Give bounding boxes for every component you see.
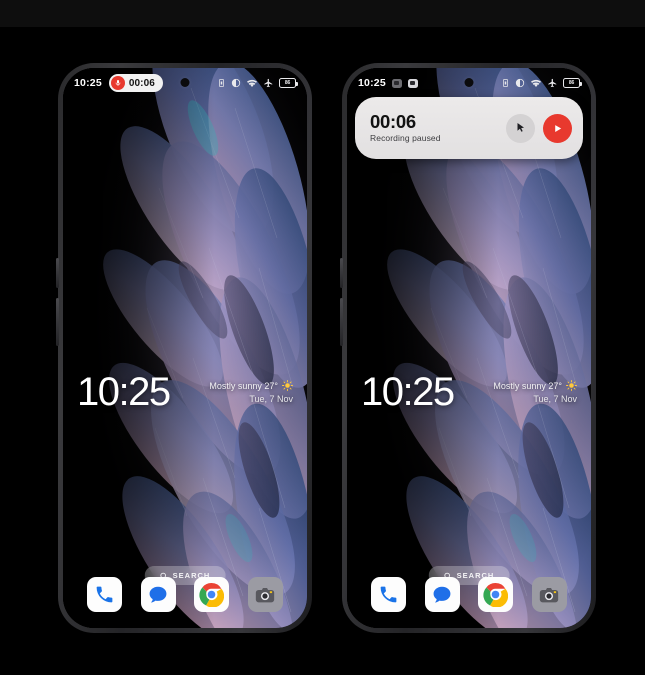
phone-app[interactable] [371,577,407,612]
airplane-mode-icon [548,78,557,88]
top-background-strip [0,0,645,27]
phone-device-right: 10:25 86 00:06 Recording paused 10:25 Mo… [340,63,596,633]
chrome-icon [199,583,225,607]
messages-app[interactable] [424,577,460,612]
camera-icon [255,587,275,602]
collapsed-chip-1[interactable] [391,78,402,88]
collapsed-chip-2[interactable] [407,78,418,88]
microphone-icon [110,76,125,90]
dock-right [347,577,591,612]
chrome-icon [483,583,509,607]
wifi-icon [247,79,257,87]
battery-level: 86 [568,80,575,86]
phone-app[interactable] [87,577,123,612]
weather-condition: Mostly sunny 27° [209,380,278,391]
sun-icon [566,380,577,391]
vibrate-icon [219,79,224,87]
recording-status-chip[interactable]: 00:06 [108,74,163,92]
volume-button[interactable] [340,258,343,288]
status-icons-left: 86 [217,78,298,88]
phone-handset-icon [381,586,397,603]
lockscreen-clock-row-right: 10:25 Mostly sunny 27° Tue, 7 Nov [347,372,591,412]
recording-notification-card[interactable]: 00:06 Recording paused [355,97,583,159]
sun-icon [282,380,293,391]
wallpaper-feathers [63,68,307,628]
cursor-arrow-icon [517,123,524,132]
lockscreen-clock-row-left: 10:25 Mostly sunny 27° Tue, 7 Nov [63,372,307,412]
chat-bubble-icon [149,586,167,603]
phone-screen-right[interactable]: 10:25 86 00:06 Recording paused 10:25 Mo… [347,68,591,628]
recording-card-texts: 00:06 Recording paused [370,110,441,144]
status-time: 10:25 [358,77,386,89]
weather-condition: Mostly sunny 27° [493,380,562,391]
weather-widget[interactable]: Mostly sunny 27° Tue, 7 Nov [493,380,577,404]
camera-app[interactable] [531,577,567,612]
phone-screen-left[interactable]: 10:25 00:06 86 10:25 Mostly sunny 27° Tu… [63,68,307,628]
status-time: 10:25 [74,77,102,89]
phone-device-left: 10:25 00:06 86 10:25 Mostly sunny 27° Tu… [56,63,312,633]
volume-button[interactable] [56,258,59,288]
weather-date: Tue, 7 Nov [533,394,577,404]
airplane-mode-icon [264,78,273,88]
lockscreen-clock: 10:25 [77,370,171,414]
chat-bubble-icon [433,586,451,603]
battery-level: 86 [284,80,291,86]
phone-handset-icon [97,586,113,603]
recording-card-actions [506,113,572,143]
weather-widget[interactable]: Mostly sunny 27° Tue, 7 Nov [209,380,293,404]
weather-date: Tue, 7 Nov [249,394,293,404]
battery-icon: 86 [563,78,582,88]
camera-app[interactable] [247,577,283,612]
cursor-button[interactable] [506,113,535,143]
recording-card-status: Recording paused [370,133,441,144]
status-icons-right: 86 [501,78,582,88]
vibrate-icon [503,79,508,87]
power-button[interactable] [56,298,59,346]
chrome-app[interactable] [478,577,514,612]
do-not-disturb-icon [231,78,241,88]
lockscreen-clock: 10:25 [361,370,455,414]
do-not-disturb-icon [515,78,525,88]
power-button[interactable] [340,298,343,346]
recording-chip-time: 00:06 [128,77,155,89]
battery-icon: 86 [279,78,298,88]
play-icon [555,124,562,132]
messages-app[interactable] [140,577,176,612]
chrome-app[interactable] [194,577,230,612]
status-bar-right: 10:25 86 [347,68,591,98]
scene-stage: 10:25 00:06 86 10:25 Mostly sunny 27° Tu… [0,27,645,675]
wifi-icon [531,79,541,87]
recording-card-time: 00:06 [370,110,416,132]
camera-icon [539,587,559,602]
resume-record-button[interactable] [543,113,572,143]
dock-left [63,577,307,612]
status-bar-left: 10:25 00:06 86 [63,68,307,98]
